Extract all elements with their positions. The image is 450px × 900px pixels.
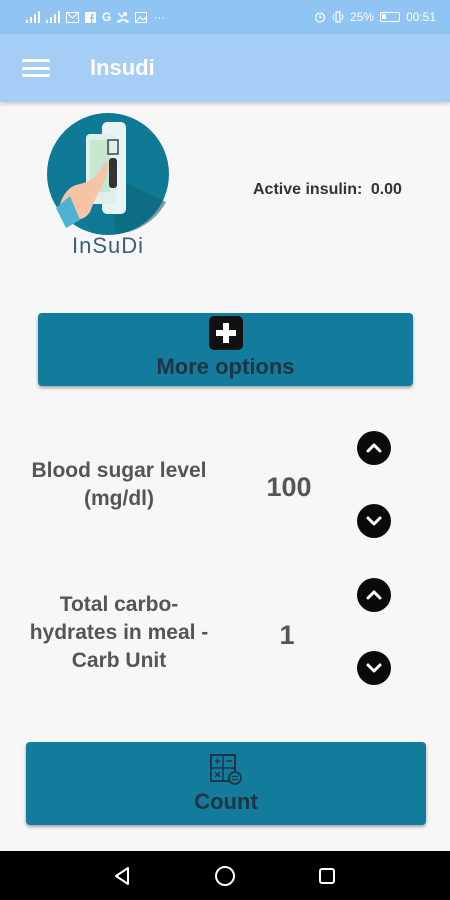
active-insulin: Active insulin: 0.00 (253, 181, 402, 199)
active-insulin-value: 0.00 (370, 181, 402, 198)
carbs-decrease-button[interactable] (357, 651, 391, 685)
status-left-icons: G ··· (26, 10, 165, 24)
battery-icon (379, 12, 400, 22)
vibrate-icon (332, 11, 344, 23)
blood-sugar-increase-button[interactable] (357, 431, 391, 465)
carbs-label-line3: Carb Unit (71, 649, 167, 672)
calculator-icon (210, 753, 242, 785)
blood-sugar-value: 100 (266, 472, 312, 502)
logo-text: InSuDi (71, 233, 145, 258)
chevron-down-icon (366, 663, 382, 673)
carbs-label-line1: Total carbo- (59, 593, 179, 616)
home-circle-icon (215, 865, 235, 886)
recents-square-icon (319, 867, 335, 884)
carbs-label-line2: hydrates in meal - (29, 621, 209, 644)
count-label: Count (194, 788, 258, 814)
mail-icon (66, 11, 79, 23)
g-icon: G (102, 10, 112, 24)
navigation-bar (0, 851, 450, 900)
facebook-icon (85, 11, 96, 23)
missed-call-icon (117, 11, 130, 23)
signal-icon (26, 11, 40, 23)
app-logo (47, 113, 169, 235)
back-triangle-icon (115, 866, 129, 885)
blood-sugar-label-line2: (mg/dl) (84, 487, 154, 510)
more-options-button[interactable]: More options (38, 313, 413, 386)
carbs-value: 1 (279, 620, 295, 650)
alarm-icon (314, 12, 326, 23)
chevron-down-icon (366, 516, 382, 526)
more-icon: ··· (153, 10, 166, 24)
recents-button[interactable] (315, 864, 339, 888)
blood-sugar-label-line1: Blood sugar level (31, 459, 207, 482)
status-right-icons: 25% 00:51 (314, 10, 436, 24)
app-bar: Insudi (0, 34, 450, 102)
app-title: Insudi (90, 55, 155, 80)
home-button[interactable] (213, 864, 237, 888)
blood-sugar-decrease-button[interactable] (357, 504, 391, 538)
back-button[interactable] (111, 864, 135, 888)
status-bar: G ··· 25% 00:51 (0, 0, 450, 34)
signal-icon (46, 11, 60, 23)
hamburger-menu-icon[interactable] (22, 57, 50, 79)
chevron-up-icon (366, 590, 382, 600)
blood-sugar-label: Blood sugar level (mg/dl) (14, 457, 224, 513)
image-icon (135, 11, 148, 23)
active-insulin-label: Active insulin: (253, 181, 363, 198)
more-options-label: More options (156, 353, 295, 379)
carbs-increase-button[interactable] (357, 578, 391, 612)
plus-box-icon (208, 315, 243, 350)
carbs-label: Total carbo- hydrates in meal - Carb Uni… (14, 591, 224, 675)
status-time: 00:51 (405, 10, 436, 24)
battery-percent: 25% (349, 10, 374, 24)
chevron-up-icon (366, 443, 382, 453)
count-button[interactable]: Count (26, 742, 426, 825)
